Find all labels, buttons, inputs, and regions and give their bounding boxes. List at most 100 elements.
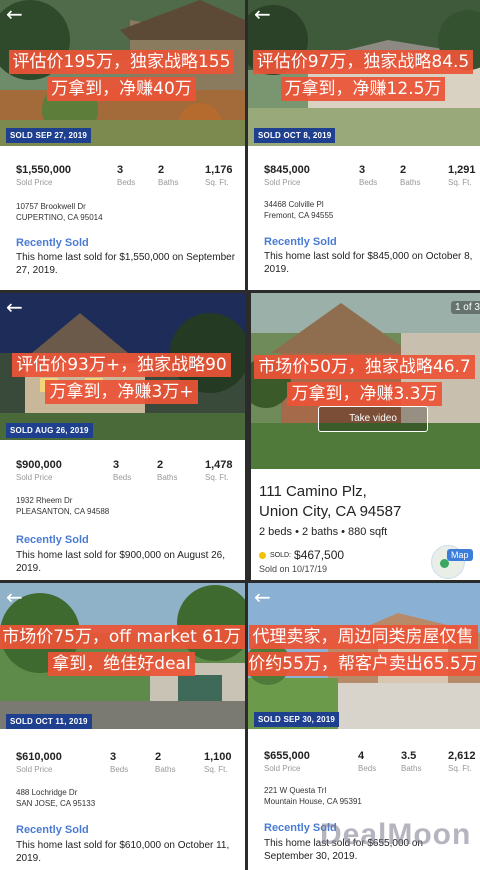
baths-value: 2 xyxy=(158,164,165,176)
sold-price: $610,000 xyxy=(16,751,62,763)
recently-sold-link[interactable]: Recently Sold xyxy=(16,824,89,836)
listing-photo: ← 代理卖家，周边同类房屋仅售 价约55万，帮客户卖出65.5万 SOLD SE… xyxy=(248,583,480,729)
back-arrow-icon[interactable]: ← xyxy=(6,587,23,607)
beds-label: Beds xyxy=(113,473,132,482)
sold-description: This home last sold for $610,000 on Octo… xyxy=(16,840,230,864)
address-line-2: Fremont, CA 94555 xyxy=(264,211,334,220)
promo-overlay: 评估价195万，独家战略155 万拿到，净赚40万 xyxy=(2,50,241,104)
baths-label: Baths xyxy=(157,473,178,482)
back-arrow-icon[interactable]: ← xyxy=(6,297,23,317)
listing-address: 10757 Brookwell Dr CUPERTINO, CA 95014 xyxy=(16,201,103,223)
listing-address: 488 Lochridge Dr SAN JOSE, CA 95133 xyxy=(16,787,95,809)
sold-date-badge: SOLD OCT 11, 2019 xyxy=(6,714,92,729)
sold-description: This home last sold for $900,000 on Augu… xyxy=(16,550,226,574)
baths-value: 2 xyxy=(400,164,407,176)
beds-value: 3 xyxy=(110,751,117,763)
listing-address: 1932 Rheem Dr PLEASANTON, CA 94588 xyxy=(16,495,109,517)
recently-sold-link[interactable]: Recently Sold xyxy=(16,534,89,546)
promo-line-1: 代理卖家，周边同类房屋仅售 xyxy=(248,625,478,649)
sold-price: $900,000 xyxy=(16,459,62,471)
sold-price-label: Sold Price xyxy=(264,178,301,187)
sold-date-badge: SOLD SEP 30, 2019 xyxy=(254,712,340,727)
promo-line-2: 拿到，绝佳好deal xyxy=(48,652,195,676)
baths-label: Baths xyxy=(155,765,176,774)
listing-address: 34468 Colville Pl Fremont, CA 94555 xyxy=(264,199,333,221)
baths-value: 2 xyxy=(157,459,164,471)
address-line-1: 34468 Colville Pl xyxy=(264,200,324,209)
recently-sold-link[interactable]: Recently Sold xyxy=(16,237,89,249)
listing-card-4[interactable]: 1 of 3 市场价50万，独家战略46.7 万拿到，净赚3.3万 Take v… xyxy=(251,293,480,580)
address-line-2: Mountain House, CA 95391 xyxy=(264,797,362,806)
home-facts: 2 beds • 2 baths • 880 sqft xyxy=(259,526,388,538)
take-video-label: Take video xyxy=(349,413,397,424)
city-address: Union City, CA 94587 xyxy=(259,503,402,520)
promo-line-2: 万拿到，净赚3万+ xyxy=(45,380,198,404)
sqft-label: Sq. Ft. xyxy=(205,473,229,482)
sqft-value: 1,478 xyxy=(205,459,233,471)
promo-overlay: 代理卖家，周边同类房屋仅售 价约55万，帮客户卖出65.5万 xyxy=(248,625,480,679)
listing-address: 221 W Questa Trl Mountain House, CA 9539… xyxy=(264,785,362,807)
listing-card-3[interactable]: ← 评估价93万+，独家战略90 万拿到，净赚3万+ SOLD AUG 26, … xyxy=(0,293,245,580)
map-button[interactable]: Map xyxy=(447,549,473,561)
promo-overlay: 评估价97万，独家战略84.5 万拿到，净赚12.5万 xyxy=(250,50,476,104)
listing-stats: $655,000 Sold Price 4 Beds 3.5 Baths 2,612 S… xyxy=(248,749,480,789)
sqft-label: Sq. Ft. xyxy=(205,178,229,187)
sold-date-badge: SOLD AUG 26, 2019 xyxy=(6,423,93,438)
map-label: Map xyxy=(451,550,469,560)
listing-stats: $845,000 Sold Price 3 Beds 2 Baths 1,291 Sq.… xyxy=(248,163,480,203)
sold-price: $467,500 xyxy=(294,548,345,562)
promo-line-1: 评估价93万+，独家战略90 xyxy=(12,353,231,377)
promo-line-2: 价约55万，帮客户卖出65.5万 xyxy=(248,652,480,676)
beds-value: 4 xyxy=(358,750,365,762)
sold-date-badge: SOLD SEP 27, 2019 xyxy=(6,128,92,143)
back-arrow-icon[interactable]: ← xyxy=(254,587,271,607)
beds-label: Beds xyxy=(117,178,136,187)
sold-date: Sold on 10/17/19 xyxy=(259,564,328,574)
watermark-logo: DealMoon xyxy=(320,818,472,851)
address-line-2: PLEASANTON, CA 94588 xyxy=(16,507,110,516)
sold-price: $1,550,000 xyxy=(16,164,72,176)
baths-value: 2 xyxy=(155,751,162,763)
photo-counter: 1 of 3 xyxy=(450,301,480,314)
baths-label: Baths xyxy=(400,178,421,187)
listing-stats: $1,550,000 Sold Price 3 Beds 2 Baths 1,176 S… xyxy=(0,163,245,203)
listing-card-5[interactable]: ← 市场价75万，off market 61万 拿到，绝佳好deal SOLD … xyxy=(0,583,245,870)
sold-price-label: Sold Price xyxy=(264,764,301,773)
recently-sold-link[interactable]: Recently Sold xyxy=(264,236,337,248)
sqft-label: Sq. Ft. xyxy=(448,764,472,773)
promo-line-2: 万拿到，净赚3.3万 xyxy=(287,382,442,406)
listing-card-1[interactable]: ← 评估价195万，独家战略155 万拿到，净赚40万 SOLD SEP 27,… xyxy=(0,0,245,290)
promo-line-1: 市场价75万，off market 61万 xyxy=(0,625,245,649)
listing-photo: ← 评估价195万，独家战略155 万拿到，净赚40万 SOLD SEP 27,… xyxy=(0,0,245,146)
promo-overlay: 市场价50万，独家战略46.7 万拿到，净赚3.3万 xyxy=(253,355,476,409)
beds-label: Beds xyxy=(359,178,378,187)
promo-line-2: 万拿到，净赚12.5万 xyxy=(280,77,446,101)
promo-overlay: 市场价75万，off market 61万 拿到，绝佳好deal xyxy=(0,625,245,679)
listing-photo: ← 市场价75万，off market 61万 拿到，绝佳好deal SOLD … xyxy=(0,583,245,729)
sqft-value: 1,100 xyxy=(204,751,232,763)
sqft-value: 2,612 xyxy=(448,750,476,762)
take-video-button[interactable]: Take video xyxy=(318,406,428,432)
sold-label: SOLD: xyxy=(270,551,292,559)
street-address: 111 Camino Plz, xyxy=(259,483,367,500)
listing-card-2[interactable]: ← 评估价97万，独家战略84.5 万拿到，净赚12.5万 SOLD OCT 8… xyxy=(248,0,480,290)
sold-price-label: Sold Price xyxy=(16,178,53,187)
baths-value: 3.5 xyxy=(401,750,417,762)
listing-photo: ← 评估价93万+，独家战略90 万拿到，净赚3万+ SOLD AUG 26, … xyxy=(0,293,245,440)
back-arrow-icon[interactable]: ← xyxy=(254,4,271,24)
sold-price-label: Sold Price xyxy=(16,473,53,482)
sold-description: This home last sold for $845,000 on Octo… xyxy=(264,251,473,275)
baths-label: Baths xyxy=(158,178,179,187)
listing-photo: 1 of 3 市场价50万，独家战略46.7 万拿到，净赚3.3万 Take v… xyxy=(251,293,480,469)
listing-stats: $610,000 Sold Price 3 Beds 2 Baths 1,100 Sq.… xyxy=(0,750,245,790)
address-line-1: 488 Lochridge Dr xyxy=(16,788,78,797)
back-arrow-icon[interactable]: ← xyxy=(6,4,23,24)
sqft-value: 1,176 xyxy=(205,164,233,176)
beds-value: 3 xyxy=(359,164,366,176)
promo-line-1: 评估价195万，独家战略155 xyxy=(8,50,235,74)
sold-price-label: Sold Price xyxy=(16,765,53,774)
sold-price: $845,000 xyxy=(264,164,310,176)
promo-line-1: 市场价50万，独家战略46.7 xyxy=(254,355,475,379)
listing-stats: $900,000 Sold Price 3 Beds 2 Baths 1,478 Sq.… xyxy=(0,458,245,498)
sqft-label: Sq. Ft. xyxy=(448,178,472,187)
